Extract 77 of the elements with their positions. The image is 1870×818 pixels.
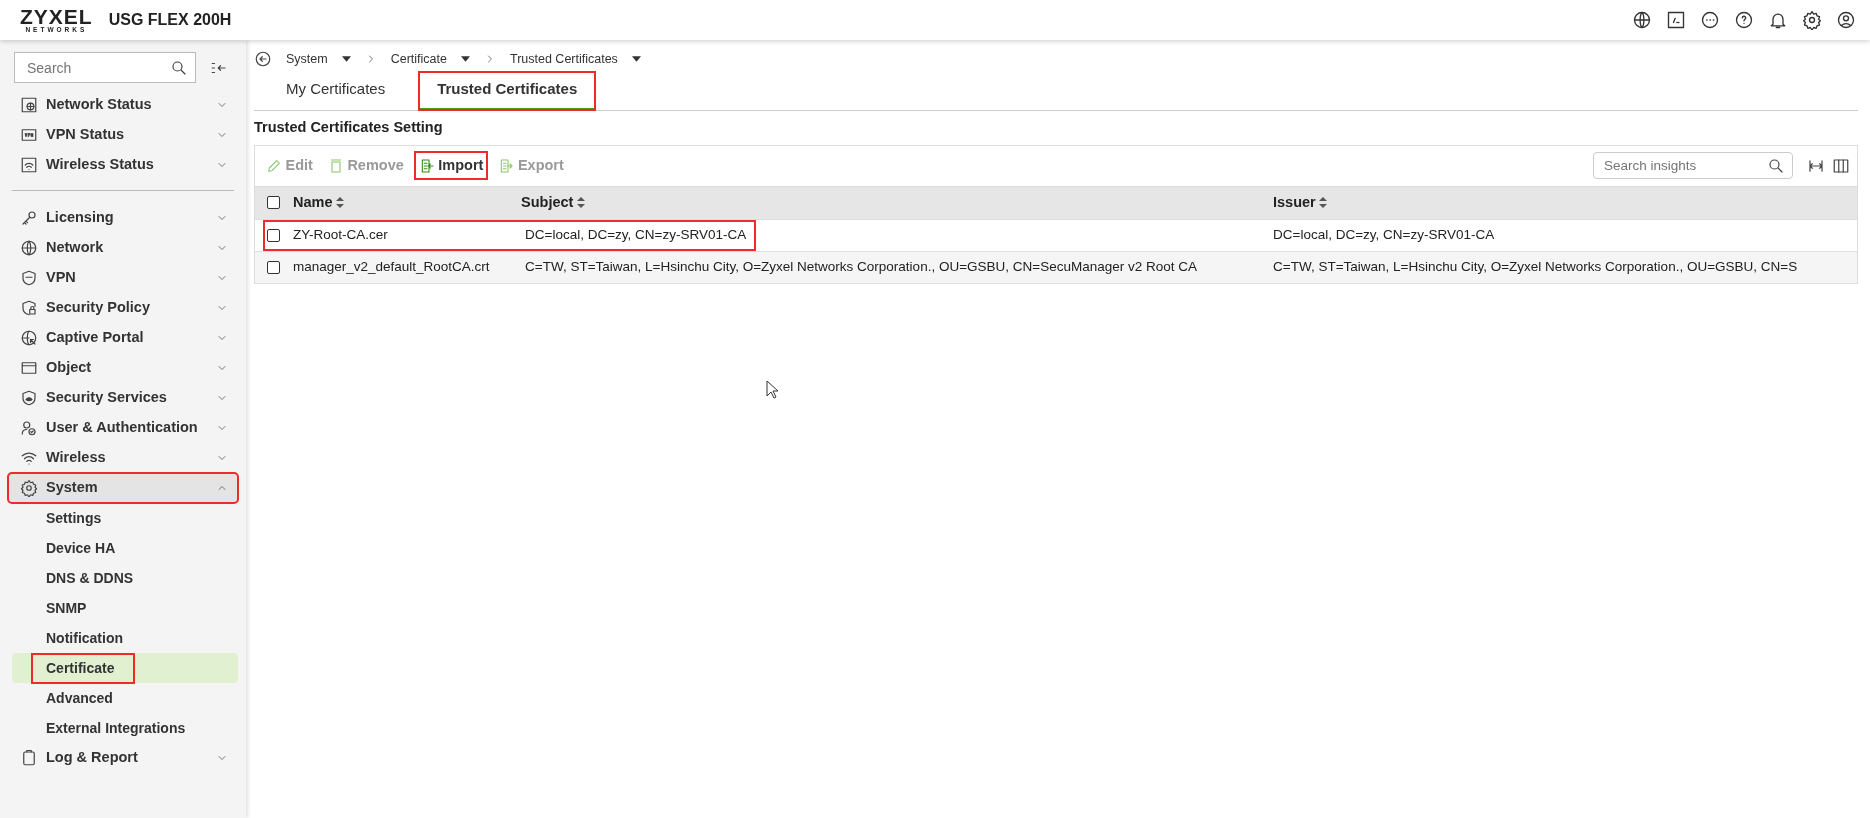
table-cell: manager_v2_default_RootCA.crt — [293, 258, 490, 274]
globe-icon[interactable] — [1632, 10, 1652, 30]
vpn-box-icon — [20, 126, 38, 144]
breadcrumb-dropdown[interactable]: System — [286, 50, 351, 69]
menu-group[interactable]: Network Status — [8, 90, 238, 120]
globe-icon — [20, 239, 38, 257]
submenu-item[interactable]: Certificate — [12, 653, 238, 683]
submenu-item[interactable]: Advanced — [12, 683, 238, 713]
search-icon — [1767, 156, 1785, 175]
caret-icon — [631, 56, 641, 63]
section-title: Trusted Certificates Setting — [254, 117, 444, 137]
user-icon[interactable] — [1836, 10, 1856, 30]
search-icon — [170, 58, 188, 77]
clipboard-icon — [20, 749, 38, 767]
table-cell-text: C=TW, ST=Taiwan, L=Hsinchu City, O=Zyxel Networks Corporation., OU=GSBU, CN=SecuManager v2 Root CA — [524, 258, 1197, 274]
gear-icon — [20, 479, 38, 497]
more-icon[interactable] — [1700, 10, 1720, 30]
sort-icon — [336, 197, 344, 208]
wifi-box-icon — [20, 156, 38, 174]
submenu-item[interactable]: Device HA — [12, 533, 238, 563]
select-all-checkbox[interactable] — [267, 196, 280, 209]
user-check-icon — [20, 419, 38, 437]
menu-group[interactable]: Log & Report — [8, 743, 238, 773]
table-cell: DC=local, DC=zy, CN=zy-SRV01-CA — [1273, 226, 1495, 242]
device-model: USG FLEX 200H — [108, 10, 232, 30]
table-cell: C=TW, ST=Taiwan, L=Hsinchu City, O=Zyxel Networks Corporation., OU=GSBU, CN=S — [1273, 258, 1798, 274]
table-cell: ZY-Root-CA.cer — [293, 226, 388, 242]
breadcrumb-dropdown[interactable]: Certificate — [390, 50, 470, 69]
globe-pointer-icon — [20, 329, 38, 347]
menu-group[interactable]: VPN Status — [8, 120, 238, 150]
row-checkbox[interactable] — [267, 260, 280, 274]
submenu-item[interactable]: Settings — [12, 503, 238, 533]
submenu-item[interactable]: SNMP — [12, 593, 238, 623]
key-icon — [20, 209, 38, 227]
submenu-item[interactable]: DNS & DDNS — [12, 563, 238, 593]
shield-icon — [20, 269, 38, 287]
brand-logo: ZYXEL — [20, 6, 93, 28]
column-header[interactable]: Subject — [521, 191, 585, 214]
menu-group[interactable]: Security Policy — [8, 293, 238, 323]
menu-group[interactable]: Network — [8, 233, 238, 263]
menu-group[interactable]: Licensing — [8, 203, 238, 233]
table-cell-text: DC=local, DC=zy, CN=zy-SRV01-CA — [524, 226, 747, 242]
tab[interactable]: My Certificates — [268, 72, 404, 110]
sort-icon — [1319, 197, 1328, 208]
caret-icon — [460, 56, 470, 63]
settings-icon[interactable] — [1802, 10, 1822, 30]
monitor-globe-icon — [20, 96, 38, 114]
sort-icon — [576, 197, 585, 208]
menu-group[interactable]: User & Authentication — [8, 413, 238, 443]
menu-group[interactable]: System — [8, 473, 238, 503]
menu-group[interactable]: Captive Portal — [8, 323, 238, 353]
pencil-icon — [266, 157, 282, 174]
menu-group[interactable]: Wireless — [8, 443, 238, 473]
menu-group[interactable]: VPN — [8, 263, 238, 293]
breadcrumb-dropdown[interactable]: Trusted Certificates — [509, 50, 641, 69]
columns-icon[interactable] — [1832, 156, 1850, 175]
search-field[interactable]: Search insights — [1593, 152, 1793, 179]
document-arrow-icon — [498, 157, 515, 174]
window-icon — [20, 359, 38, 377]
terminal-icon[interactable] — [1666, 10, 1686, 30]
back-icon[interactable] — [254, 50, 272, 69]
submenu-item[interactable]: Notification — [12, 623, 238, 653]
shield-lock-icon — [20, 299, 38, 317]
column-header[interactable]: Name — [293, 191, 344, 214]
menu-group[interactable]: Object — [8, 353, 238, 383]
mouse-cursor-icon — [766, 380, 779, 399]
toolbar-button[interactable]: Import — [414, 151, 488, 180]
tab[interactable]: Trusted Certificates — [419, 72, 596, 110]
help-icon[interactable] — [1734, 10, 1754, 30]
submenu-item[interactable]: External Integrations — [12, 713, 238, 743]
shield-eye-icon — [20, 389, 38, 407]
menu-group[interactable]: Wireless Status — [8, 150, 238, 180]
menu-group[interactable]: Security Services — [8, 383, 238, 413]
search-field[interactable]: Search — [14, 52, 196, 83]
row-checkbox[interactable] — [267, 228, 280, 242]
column-header[interactable]: Issuer — [1273, 191, 1328, 214]
caret-icon — [341, 56, 351, 63]
